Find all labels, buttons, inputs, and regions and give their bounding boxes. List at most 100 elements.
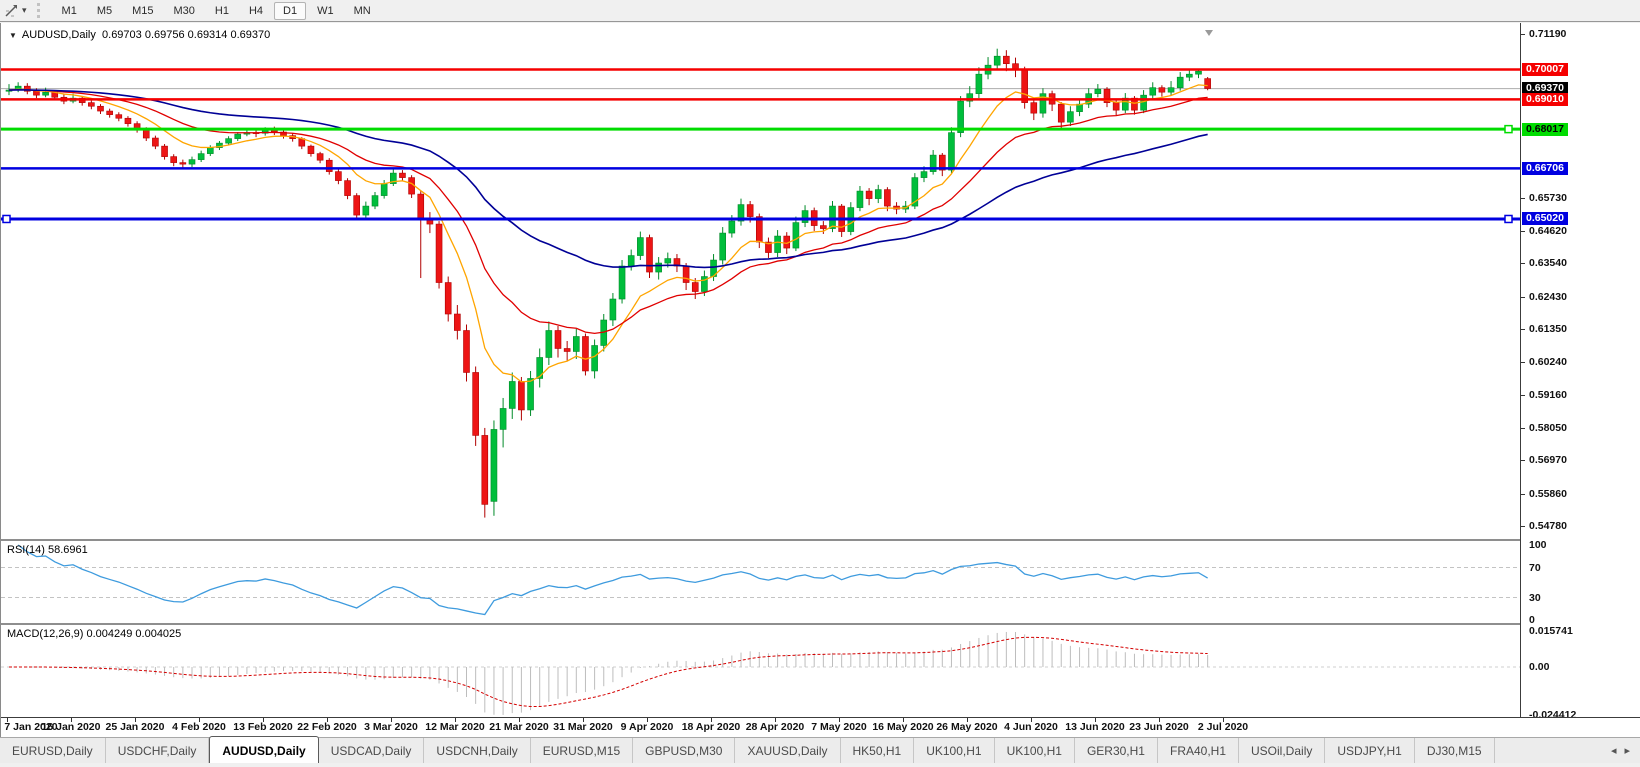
time-tick-label: 16 May 2020 <box>872 721 933 733</box>
axis-tick-mark <box>1521 428 1525 429</box>
axis-tick-mark <box>1521 263 1525 264</box>
timeframe-toolbar: M1M5M15M30H1H4D1W1MN <box>52 2 381 20</box>
toolbar: ▾ M1M5M15M30H1H4D1W1MN <box>0 0 1640 22</box>
chart-window[interactable]: ▼ AUDUSD,Daily 0.69703 0.69756 0.69314 0.… <box>0 23 1640 737</box>
tab-usdcad-daily-3[interactable]: USDCAD,Daily <box>319 738 425 763</box>
price-line-badge: 0.65020 <box>1522 212 1568 225</box>
tab-scroll-right-icon[interactable]: ▸ <box>1624 744 1630 757</box>
time-tick-label: 22 Feb 2020 <box>297 721 357 733</box>
axis-tick-mark <box>1521 362 1525 363</box>
price-line-badge: 0.66706 <box>1522 162 1568 175</box>
tab-usdchf-daily-1[interactable]: USDCHF,Daily <box>106 738 210 763</box>
macd-tick-label: 0.00 <box>1529 661 1549 673</box>
time-tick-label: 21 Mar 2020 <box>489 721 549 733</box>
price-axis[interactable]: 0.71190 0.65730 0.64620 0.63540 0.62430 0.613… <box>1520 23 1640 717</box>
chart-title: ▼ AUDUSD,Daily 0.69703 0.69756 0.69314 0.… <box>9 29 270 41</box>
timeframe-button-m5[interactable]: M5 <box>88 2 121 20</box>
line-handle[interactable] <box>1505 126 1512 133</box>
cursor-tool-icon <box>4 3 19 18</box>
macd-indicator-label: MACD(12,26,9) 0.004249 0.004025 <box>7 628 181 640</box>
tab-gbpusd-m30-6[interactable]: GBPUSD,M30 <box>633 738 735 763</box>
timeframe-button-m1[interactable]: M1 <box>53 2 86 20</box>
price-tick-label: 0.63540 <box>1529 257 1567 269</box>
macd-pane[interactable] <box>1 625 1520 717</box>
tab-fra40-h1-12[interactable]: FRA40,H1 <box>1158 738 1239 763</box>
time-tick-label: 4 Feb 2020 <box>172 721 226 733</box>
timeframe-button-h4[interactable]: H4 <box>240 2 272 20</box>
axis-tick-mark <box>1521 460 1525 461</box>
timeframe-button-mn[interactable]: MN <box>345 2 380 20</box>
price-tick-label: 0.61350 <box>1529 323 1567 335</box>
line-handle[interactable] <box>3 215 10 222</box>
tab-uk100-h1-10[interactable]: UK100,H1 <box>995 738 1075 763</box>
price-tick-label: 0.64620 <box>1529 225 1567 237</box>
tab-usdjpy-h1-14[interactable]: USDJPY,H1 <box>1325 738 1414 763</box>
timeframe-button-w1[interactable]: W1 <box>308 2 343 20</box>
price-line-badge: 0.69010 <box>1522 93 1568 106</box>
time-tick-label: 23 Jun 2020 <box>1129 721 1189 733</box>
tab-dj30-m15-15[interactable]: DJ30,M15 <box>1415 738 1495 763</box>
time-tick-label: 3 Mar 2020 <box>364 721 418 733</box>
timeframe-button-m15[interactable]: M15 <box>123 2 162 20</box>
tab-ger30-h1-11[interactable]: GER30,H1 <box>1075 738 1158 763</box>
time-tick-label: 12 Mar 2020 <box>425 721 485 733</box>
cursor-tool-dropdown-icon[interactable]: ▾ <box>22 5 27 16</box>
tab-hk50-h1-8[interactable]: HK50,H1 <box>841 738 915 763</box>
price-line-badge: 0.68017 <box>1522 123 1568 136</box>
price-tick-label: 0.60240 <box>1529 356 1567 368</box>
price-tick-label: 0.58050 <box>1529 422 1567 434</box>
tab-scroll-left-icon[interactable]: ◂ <box>1611 744 1617 757</box>
rsi-tick-label: 70 <box>1529 562 1541 574</box>
macd-tick-label: 0.015741 <box>1529 625 1573 637</box>
time-tick-label: 7 May 2020 <box>811 721 866 733</box>
time-tick-label: 2 Jul 2020 <box>1198 721 1248 733</box>
time-tick-label: 25 Jan 2020 <box>106 721 165 733</box>
price-tick-label: 0.59160 <box>1529 389 1567 401</box>
price-tick-label: 0.71190 <box>1529 28 1566 40</box>
chart-title-ohlc: 0.69703 0.69756 0.69314 0.69370 <box>102 29 270 41</box>
axis-tick-mark <box>1521 526 1525 527</box>
tab-usdcnh-daily-4[interactable]: USDCNH,Daily <box>424 738 530 763</box>
chart-title-symbol: AUDUSD,Daily <box>22 29 96 41</box>
timeframe-button-m30[interactable]: M30 <box>165 2 204 20</box>
tab-uk100-h1-9[interactable]: UK100,H1 <box>914 738 994 763</box>
price-tick-label: 0.56970 <box>1529 454 1567 466</box>
axis-tick-mark <box>1521 329 1525 330</box>
time-tick-label: 4 Jun 2020 <box>1004 721 1058 733</box>
axis-tick-mark <box>1521 198 1525 199</box>
rsi-pane[interactable] <box>1 541 1520 623</box>
time-tick-label: 18 Apr 2020 <box>682 721 741 733</box>
rsi-tick-label: 30 <box>1529 592 1541 604</box>
tab-audusd-daily-2[interactable]: AUDUSD,Daily <box>209 736 318 763</box>
price-tick-label: 0.55860 <box>1529 488 1567 500</box>
time-tick-label: 31 Mar 2020 <box>553 721 613 733</box>
price-pane[interactable] <box>1 25 1520 539</box>
timeframe-button-d1[interactable]: D1 <box>274 2 306 20</box>
tab-usoil-daily-13[interactable]: USOil,Daily <box>1239 738 1325 763</box>
timeframe-button-h1[interactable]: H1 <box>206 2 238 20</box>
tab-xauusd-daily-7[interactable]: XAUUSD,Daily <box>735 738 840 763</box>
time-tick-label: 13 Jun 2020 <box>1065 721 1125 733</box>
time-axis[interactable]: 7 Jan 202016 Jan 202025 Jan 20204 Feb 20… <box>1 717 1640 737</box>
price-tick-label: 0.54780 <box>1529 520 1567 532</box>
chart-title-dropdown-icon[interactable]: ▼ <box>9 31 17 40</box>
time-tick-label: 16 Jan 2020 <box>42 721 101 733</box>
time-tick-label: 26 May 2020 <box>936 721 997 733</box>
axis-tick-mark <box>1521 395 1525 396</box>
rsi-indicator-label: RSI(14) 58.6961 <box>7 544 88 556</box>
cursor-tool-group[interactable]: ▾ <box>0 3 31 18</box>
chart-tab-bar: EURUSD,DailyUSDCHF,DailyAUDUSD,DailyUSDC… <box>0 737 1640 763</box>
time-tick-label: 28 Apr 2020 <box>746 721 805 733</box>
toolbar-grip <box>37 3 44 18</box>
rsi-tick-label: 100 <box>1529 539 1547 551</box>
time-tick-label: 13 Feb 2020 <box>233 721 293 733</box>
price-tick-label: 0.65730 <box>1529 192 1567 204</box>
tab-eurusd-m15-5[interactable]: EURUSD,M15 <box>531 738 633 763</box>
status-strip <box>0 763 1640 767</box>
tab-eurusd-daily-0[interactable]: EURUSD,Daily <box>0 738 106 763</box>
price-shift-marker <box>1205 30 1213 36</box>
line-handle[interactable] <box>1505 215 1512 222</box>
axis-tick-mark <box>1521 231 1525 232</box>
price-tick-label: 0.62430 <box>1529 291 1567 303</box>
axis-tick-mark <box>1521 297 1525 298</box>
